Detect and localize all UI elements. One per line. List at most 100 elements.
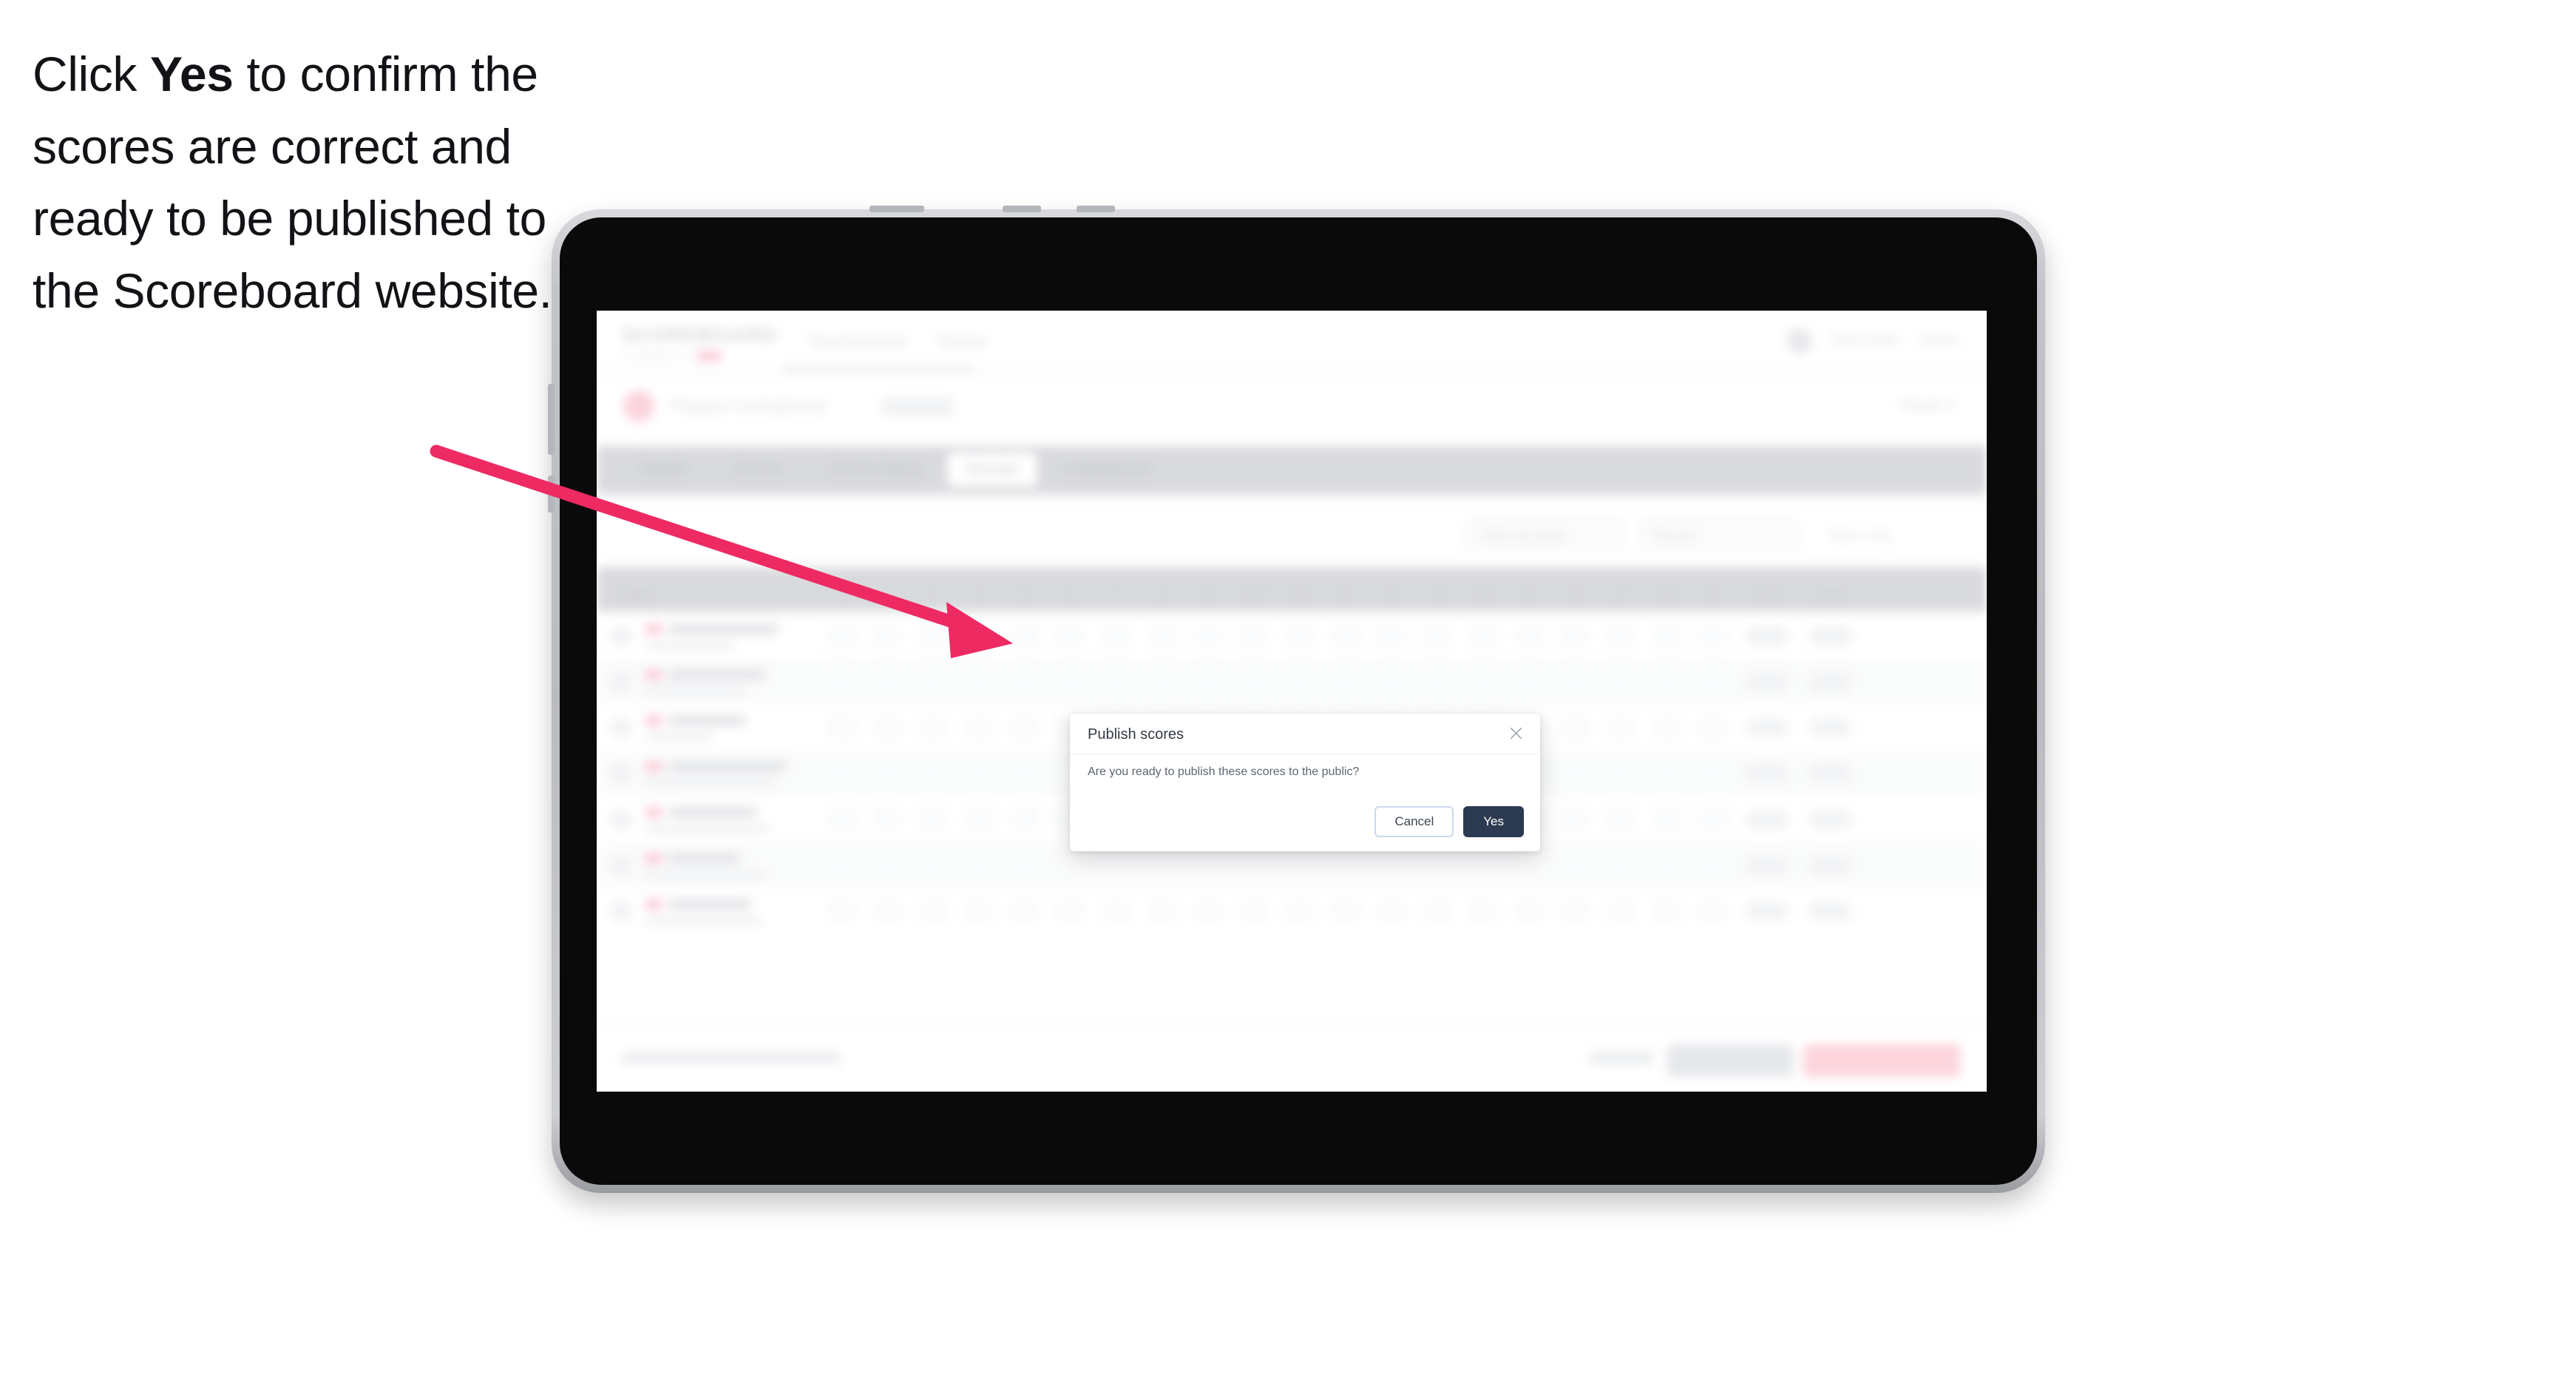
tab-course-setup[interactable]: Course Setup bbox=[808, 453, 941, 487]
score-input[interactable] bbox=[1332, 899, 1359, 923]
avatar[interactable] bbox=[1787, 328, 1813, 354]
score-input[interactable] bbox=[1470, 670, 1497, 694]
filter-round-select[interactable]: Round bbox=[1639, 517, 1797, 551]
score-input[interactable] bbox=[828, 899, 855, 923]
score-input[interactable] bbox=[1607, 762, 1634, 785]
tab-leaderboard[interactable]: Leaderboard bbox=[1043, 453, 1170, 487]
score-input[interactable] bbox=[1653, 624, 1680, 648]
score-input[interactable] bbox=[1287, 624, 1313, 648]
score-input[interactable] bbox=[1241, 853, 1267, 877]
table-row[interactable] bbox=[597, 888, 1987, 934]
score-input[interactable] bbox=[874, 716, 901, 740]
score-input[interactable] bbox=[1103, 670, 1130, 694]
cancel-button[interactable]: Cancel bbox=[1375, 806, 1454, 837]
score-input[interactable] bbox=[920, 670, 946, 694]
score-input[interactable] bbox=[1562, 853, 1588, 877]
score-input[interactable] bbox=[1607, 670, 1634, 694]
score-input[interactable] bbox=[1057, 670, 1084, 694]
score-input[interactable] bbox=[1287, 670, 1313, 694]
row-select-checkbox[interactable] bbox=[597, 856, 645, 875]
score-input[interactable] bbox=[1470, 624, 1497, 648]
score-input[interactable] bbox=[1149, 853, 1176, 877]
score-input[interactable] bbox=[1011, 624, 1038, 648]
score-input[interactable] bbox=[1011, 716, 1038, 740]
score-input[interactable] bbox=[1195, 624, 1221, 648]
score-input[interactable] bbox=[1699, 853, 1726, 877]
score-input[interactable] bbox=[1332, 853, 1359, 877]
score-input[interactable] bbox=[1378, 670, 1405, 694]
score-input[interactable] bbox=[1149, 899, 1176, 923]
score-input[interactable] bbox=[874, 624, 901, 648]
score-input[interactable] bbox=[1653, 853, 1680, 877]
score-input[interactable] bbox=[1699, 899, 1726, 923]
score-input[interactable] bbox=[828, 762, 855, 785]
tab-details[interactable]: Details bbox=[622, 453, 708, 487]
score-input[interactable] bbox=[1516, 624, 1542, 648]
score-input[interactable] bbox=[874, 808, 901, 831]
score-input[interactable] bbox=[1607, 808, 1634, 831]
row-select-checkbox[interactable] bbox=[597, 718, 645, 737]
score-input[interactable] bbox=[1378, 853, 1405, 877]
footer-publish-scores-button[interactable] bbox=[1803, 1044, 1960, 1077]
score-input[interactable] bbox=[1470, 853, 1497, 877]
nav-user-name[interactable]: Matt Coller bbox=[1831, 333, 1899, 349]
score-input[interactable] bbox=[1057, 853, 1084, 877]
score-input[interactable] bbox=[920, 762, 946, 785]
row-select-checkbox[interactable] bbox=[597, 902, 645, 921]
score-input[interactable] bbox=[966, 853, 992, 877]
score-input[interactable] bbox=[966, 899, 992, 923]
score-input[interactable] bbox=[1149, 670, 1176, 694]
score-input[interactable] bbox=[920, 899, 946, 923]
score-input[interactable] bbox=[1562, 808, 1588, 831]
score-input[interactable] bbox=[1057, 899, 1084, 923]
score-input[interactable] bbox=[1332, 624, 1359, 648]
score-input[interactable] bbox=[1057, 624, 1084, 648]
score-input[interactable] bbox=[1516, 899, 1542, 923]
score-input[interactable] bbox=[874, 899, 901, 923]
score-input[interactable] bbox=[1562, 670, 1588, 694]
score-input[interactable] bbox=[1378, 899, 1405, 923]
row-select-checkbox[interactable] bbox=[597, 626, 645, 646]
score-input[interactable] bbox=[1607, 624, 1634, 648]
score-input[interactable] bbox=[874, 670, 901, 694]
score-input[interactable] bbox=[828, 808, 855, 831]
row-select-checkbox[interactable] bbox=[597, 672, 645, 692]
nav-item-teams[interactable]: Teams bbox=[937, 331, 987, 351]
score-input[interactable] bbox=[1287, 899, 1313, 923]
score-input[interactable] bbox=[1562, 716, 1588, 740]
score-input[interactable] bbox=[1103, 624, 1130, 648]
score-input[interactable] bbox=[1011, 899, 1038, 923]
row-select-checkbox[interactable] bbox=[597, 764, 645, 783]
score-input[interactable] bbox=[1011, 808, 1038, 831]
score-input[interactable] bbox=[1424, 624, 1451, 648]
score-input[interactable] bbox=[828, 624, 855, 648]
score-input[interactable] bbox=[1562, 899, 1588, 923]
score-input[interactable] bbox=[1287, 853, 1313, 877]
table-row[interactable] bbox=[597, 613, 1987, 659]
score-input[interactable] bbox=[920, 808, 946, 831]
score-input[interactable] bbox=[920, 853, 946, 877]
score-input[interactable] bbox=[1241, 899, 1267, 923]
score-input[interactable] bbox=[1011, 670, 1038, 694]
nav-user-role[interactable]: Admin bbox=[1919, 333, 1959, 349]
score-input[interactable] bbox=[1149, 624, 1176, 648]
score-input[interactable] bbox=[1424, 853, 1451, 877]
score-input[interactable] bbox=[1699, 808, 1726, 831]
row-select-checkbox[interactable] bbox=[597, 810, 645, 829]
score-input[interactable] bbox=[1011, 853, 1038, 877]
score-input[interactable] bbox=[1699, 762, 1726, 785]
score-input[interactable] bbox=[1103, 853, 1130, 877]
score-input[interactable] bbox=[1699, 716, 1726, 740]
score-input[interactable] bbox=[1195, 899, 1221, 923]
score-input[interactable] bbox=[1103, 899, 1130, 923]
score-input[interactable] bbox=[1562, 624, 1588, 648]
score-input[interactable] bbox=[828, 853, 855, 877]
close-icon[interactable] bbox=[1505, 722, 1527, 744]
footer-save-button[interactable] bbox=[1667, 1044, 1793, 1077]
score-input[interactable] bbox=[966, 624, 992, 648]
score-input[interactable] bbox=[1653, 762, 1680, 785]
score-input[interactable] bbox=[1607, 853, 1634, 877]
score-input[interactable] bbox=[1241, 670, 1267, 694]
score-input[interactable] bbox=[1516, 670, 1542, 694]
score-input[interactable] bbox=[1653, 899, 1680, 923]
